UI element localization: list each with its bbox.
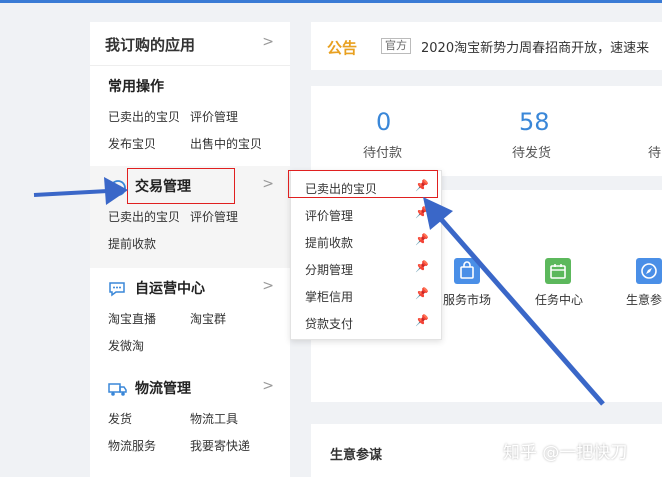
- watermark: 知乎 @一把快刀: [503, 443, 628, 463]
- annotation-arrows: [33, 177, 605, 406]
- arrow-to-trade-mgmt: [33, 177, 128, 205]
- arrow-to-sold-items: [423, 197, 605, 406]
